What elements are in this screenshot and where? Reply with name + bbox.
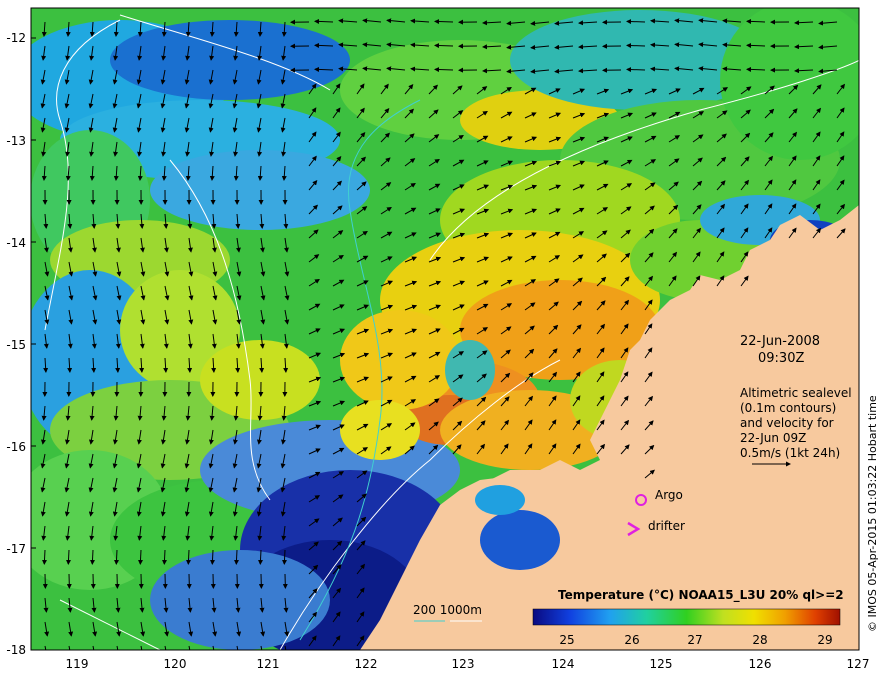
velocity-arrow bbox=[314, 66, 334, 72]
colorbar-tick: 29 bbox=[817, 633, 832, 647]
x-tick-label: 125 bbox=[650, 657, 673, 671]
x-tick-label: 124 bbox=[552, 657, 575, 671]
velocity-arrow bbox=[746, 18, 766, 24]
velocity-arrow bbox=[434, 43, 454, 49]
depth-legend-label: 200 1000m bbox=[413, 603, 482, 617]
x-axis: 119 120 121 122 123 124 125 126 127 bbox=[66, 657, 870, 671]
velocity-arrow bbox=[626, 67, 646, 73]
velocity-arrow bbox=[314, 42, 334, 48]
velocity-arrow bbox=[434, 67, 454, 73]
x-tick-label: 121 bbox=[257, 657, 280, 671]
credit-text: © IMOS 05-Apr-2015 01:03:22 Hobart time bbox=[866, 395, 879, 632]
x-tick-label: 122 bbox=[355, 657, 378, 671]
colorbar-title: Temperature (°C) NOAA15_L3U 20% ql>=2 bbox=[558, 588, 844, 603]
velocity-arrow bbox=[90, 549, 95, 565]
x-tick-label: 126 bbox=[749, 657, 772, 671]
velocity-arrow bbox=[42, 549, 47, 565]
x-tick-label: 120 bbox=[164, 657, 187, 671]
velocity-arrow bbox=[314, 18, 334, 24]
map-time: 09:30Z bbox=[758, 351, 804, 366]
x-tick-label: 119 bbox=[66, 657, 89, 671]
velocity-arrow bbox=[114, 549, 119, 565]
velocity-arrow bbox=[186, 549, 191, 565]
y-tick-label: -12 bbox=[6, 31, 26, 45]
coastal-fringe bbox=[475, 485, 525, 515]
colorbar-tick: 25 bbox=[559, 633, 574, 647]
velocity-arrow bbox=[258, 549, 263, 565]
velocity-arrow bbox=[234, 549, 239, 565]
drifter-label: drifter bbox=[648, 519, 685, 533]
legend-line-2: (0.1m contours) bbox=[740, 401, 836, 415]
map-panel: Argo drifter 22-Jun-2008 09:30Z Altimetr… bbox=[31, 8, 859, 650]
map-date: 22-Jun-2008 bbox=[740, 334, 820, 349]
x-tick-label: 127 bbox=[847, 657, 870, 671]
y-tick-label: -17 bbox=[6, 542, 26, 556]
velocity-arrow bbox=[626, 19, 646, 25]
y-tick-label: -15 bbox=[6, 338, 26, 352]
legend-line-5: 0.5m/s (1kt 24h) bbox=[740, 446, 840, 460]
velocity-arrow bbox=[210, 549, 215, 565]
colorbar-tick: 28 bbox=[752, 633, 767, 647]
velocity-arrow bbox=[162, 549, 167, 565]
x-tick-label: 123 bbox=[452, 657, 475, 671]
legend-line-3: and velocity for bbox=[740, 416, 834, 430]
colorbar-tick: 26 bbox=[624, 633, 639, 647]
y-tick-label: -18 bbox=[6, 643, 26, 657]
legend-line-1: Altimetric sealevel bbox=[740, 386, 852, 400]
argo-label: Argo bbox=[655, 488, 683, 502]
y-tick-label: -13 bbox=[6, 134, 26, 148]
y-tick-label: -14 bbox=[6, 236, 26, 250]
colorbar bbox=[533, 609, 840, 625]
velocity-arrow bbox=[746, 66, 766, 72]
coastal-fringe bbox=[480, 510, 560, 570]
velocity-arrow bbox=[282, 549, 287, 565]
y-tick-label: -16 bbox=[6, 440, 26, 454]
colorbar-tick: 27 bbox=[687, 633, 702, 647]
legend-line-4: 22-Jun 09Z bbox=[740, 431, 806, 445]
velocity-arrow bbox=[138, 549, 143, 565]
velocity-arrow bbox=[626, 43, 646, 49]
velocity-arrow bbox=[746, 42, 766, 48]
sst-map: Argo drifter 22-Jun-2008 09:30Z Altimetr… bbox=[6, 7, 879, 671]
velocity-arrow bbox=[434, 19, 454, 25]
velocity-arrow bbox=[66, 549, 71, 565]
